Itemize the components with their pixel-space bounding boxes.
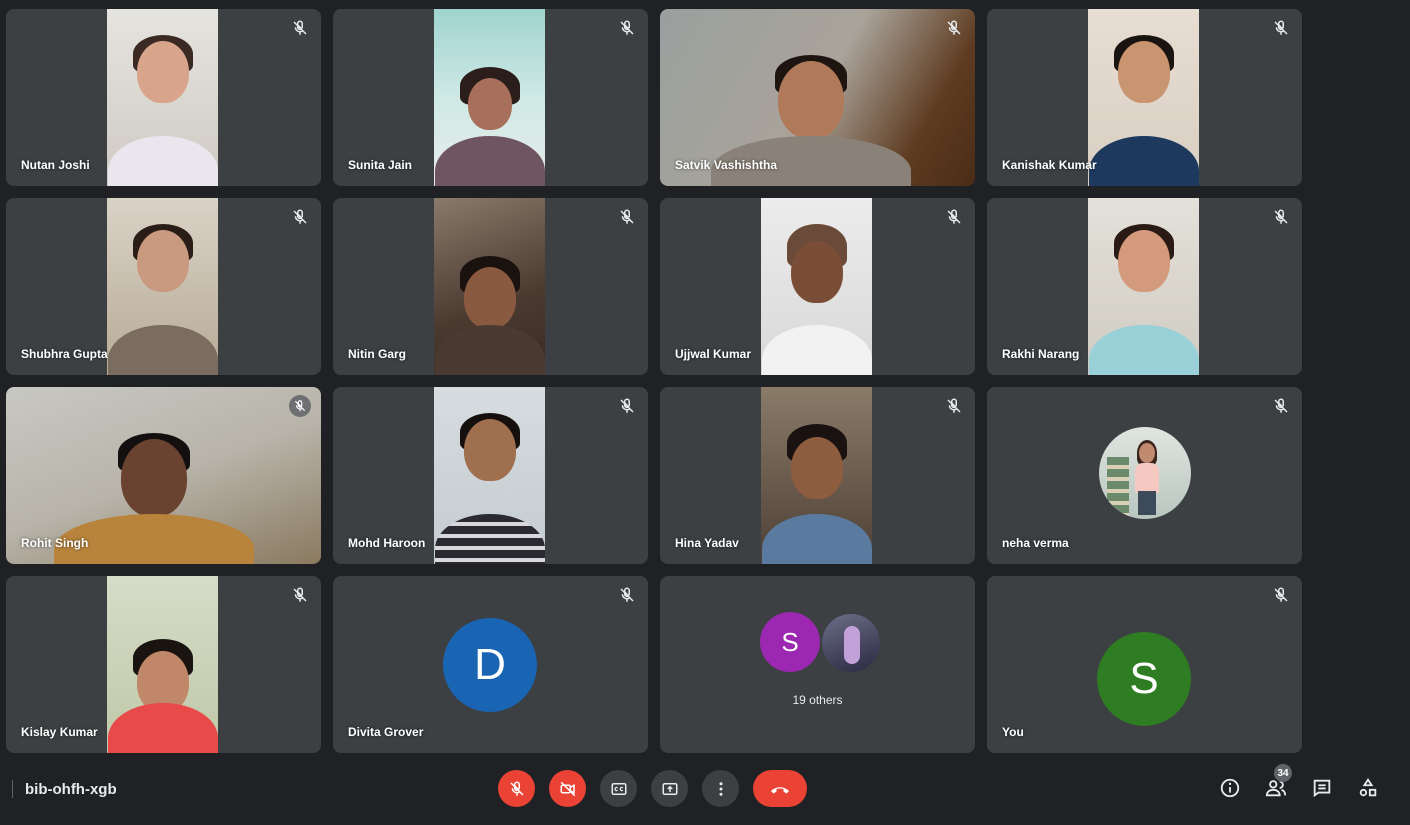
mic-off-icon: [618, 19, 636, 37]
call-end-icon: [771, 786, 789, 793]
participant-tile[interactable]: D Divita Grover: [333, 576, 648, 753]
participant-tile[interactable]: Rohit Singh: [6, 387, 321, 564]
participant-count-badge: 34: [1274, 764, 1292, 782]
participant-tile[interactable]: Hina Yadav: [660, 387, 975, 564]
participant-name: Mohd Haroon: [348, 536, 426, 550]
call-controls: [498, 770, 807, 807]
mic-off-icon: [618, 586, 636, 604]
self-tile[interactable]: S You: [987, 576, 1302, 753]
mic-off-icon: [945, 208, 963, 226]
participant-tile[interactable]: Satvik Vashishtha: [660, 9, 975, 186]
participant-tile[interactable]: Rakhi Narang: [987, 198, 1302, 375]
closed-caption-icon: [611, 782, 626, 795]
participant-video: [1088, 198, 1199, 375]
participant-avatar: S: [760, 612, 820, 672]
captions-button[interactable]: [600, 770, 637, 807]
participant-name: Rakhi Narang: [1002, 347, 1080, 361]
participant-name: neha verma: [1002, 536, 1069, 550]
participant-tile[interactable]: Kislay Kumar: [6, 576, 321, 753]
participant-tile[interactable]: Shubhra Gupta: [6, 198, 321, 375]
participant-avatar: [1099, 427, 1191, 519]
participant-video: [107, 198, 218, 375]
participant-name: Kislay Kumar: [21, 725, 98, 739]
participant-name: Satvik Vashishtha: [675, 158, 778, 172]
mic-off-icon: [291, 586, 309, 604]
participant-avatar: [820, 612, 882, 674]
side-panel-controls: 34: [1218, 764, 1380, 800]
activities-button[interactable]: [1356, 776, 1380, 800]
present-button[interactable]: [651, 770, 688, 807]
participant-video: [1088, 9, 1199, 186]
participant-name: Kanishak Kumar: [1002, 158, 1097, 172]
mic-toggle-button[interactable]: [498, 770, 535, 807]
mic-off-icon: [945, 397, 963, 415]
camera-toggle-button[interactable]: [549, 770, 586, 807]
mic-off-icon: [1272, 397, 1290, 415]
mic-off-icon: [1272, 208, 1290, 226]
people-button[interactable]: 34: [1264, 764, 1292, 800]
mic-off-icon: [1272, 19, 1290, 37]
participant-video: [107, 576, 218, 753]
info-icon: [1220, 778, 1240, 798]
present-screen-icon: [662, 782, 677, 795]
participant-tile[interactable]: Kanishak Kumar: [987, 9, 1302, 186]
meeting-code-text: bib-ohfh-xgb: [25, 780, 117, 798]
mic-off-icon: [509, 781, 524, 796]
participant-tile[interactable]: neha verma: [987, 387, 1302, 564]
mic-off-icon: [289, 395, 311, 417]
bottom-bar: bib-ohfh-xgb 34: [0, 760, 1410, 825]
meeting-details-button[interactable]: [1218, 776, 1242, 800]
others-tile[interactable]: S 19 others: [660, 576, 975, 753]
participant-name: Nitin Garg: [348, 347, 407, 361]
mic-off-icon: [945, 19, 963, 37]
others-count-label: 19 others: [792, 693, 843, 707]
participant-video: [761, 198, 872, 375]
participant-name: Rohit Singh: [21, 536, 89, 550]
participant-name: Hina Yadav: [675, 536, 739, 550]
participant-video: [434, 387, 545, 564]
participant-tile[interactable]: Nutan Joshi: [6, 9, 321, 186]
participant-tile[interactable]: Sunita Jain: [333, 9, 648, 186]
divider: [12, 780, 13, 798]
participant-name: Shubhra Gupta: [21, 347, 108, 361]
participant-video: [107, 9, 218, 186]
activities-icon: [1359, 778, 1377, 797]
participant-avatar: D: [443, 618, 537, 712]
participant-tile[interactable]: Nitin Garg: [333, 198, 648, 375]
chat-button[interactable]: [1310, 776, 1334, 800]
participant-tile[interactable]: Mohd Haroon: [333, 387, 648, 564]
participant-avatar: S: [1097, 632, 1191, 726]
mic-off-icon: [1272, 586, 1290, 604]
mic-off-icon: [618, 208, 636, 226]
participant-grid: Nutan Joshi Sunita Jain Satvik Vashishth…: [6, 9, 1302, 753]
participant-name: Divita Grover: [348, 725, 424, 739]
participant-video: [761, 387, 872, 564]
participant-tile[interactable]: Ujjwal Kumar: [660, 198, 975, 375]
participant-name: Nutan Joshi: [21, 158, 90, 172]
mic-off-icon: [618, 397, 636, 415]
videocam-off-icon: [560, 781, 575, 796]
mic-off-icon: [291, 208, 309, 226]
more-vert-icon: [719, 781, 722, 796]
meeting-code: bib-ohfh-xgb: [12, 780, 117, 798]
participant-video: [434, 198, 545, 375]
participant-video: [434, 9, 545, 186]
participant-name: Ujjwal Kumar: [675, 347, 752, 361]
participant-name: Sunita Jain: [348, 158, 413, 172]
participant-name: You: [1002, 725, 1024, 739]
chat-icon: [1313, 779, 1331, 798]
more-options-button[interactable]: [702, 770, 739, 807]
leave-call-button[interactable]: [753, 770, 807, 807]
mic-off-icon: [291, 19, 309, 37]
